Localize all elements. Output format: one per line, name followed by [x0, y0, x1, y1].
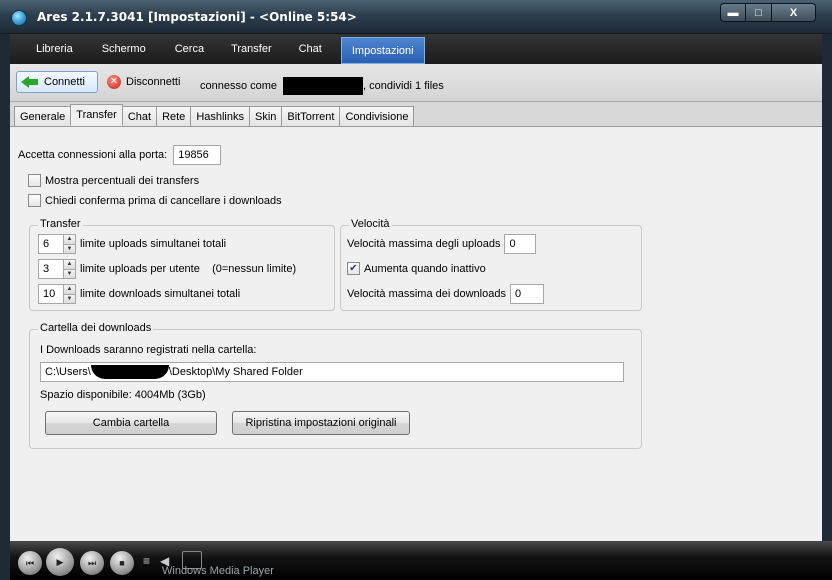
spin-down-icon[interactable]: ▼ — [64, 244, 75, 253]
max-download-label: Velocità massima dei downloads — [347, 288, 506, 300]
playlist-icon[interactable]: ≡ — [143, 554, 150, 568]
path-suffix: \Desktop\My Shared Folder — [168, 366, 303, 378]
connect-button[interactable]: Connetti — [16, 71, 98, 93]
uploads-user-row: 3 ▲ ▼ limite uploads per utente (0=nessun… — [38, 259, 296, 279]
tab-generale[interactable]: Generale — [14, 106, 72, 126]
speed-group: Velocità Velocità massima degli uploads … — [340, 218, 642, 311]
tab-skin[interactable]: Skin — [249, 106, 283, 126]
close-button[interactable]: X — [772, 3, 816, 22]
spin-up-icon[interactable]: ▲ — [64, 285, 75, 295]
uploads-user-input[interactable]: 3 — [38, 259, 63, 279]
show-percent-label: Mostra percentuali dei transfers — [45, 174, 200, 187]
media-player-label: Windows Media Player — [162, 565, 274, 577]
main-menu: Libreria Schermo Cerca Transfer Chat Imp… — [10, 34, 822, 64]
uploads-total-input[interactable]: 6 — [38, 234, 63, 254]
connection-bar: Connetti ✕ Disconnetti connesso come , c… — [10, 64, 822, 102]
port-row: Accetta connessioni alla porta: 19856 — [18, 145, 222, 165]
menu-impostazioni[interactable]: Impostazioni — [340, 37, 425, 64]
menu-schermo[interactable]: Schermo — [86, 34, 159, 64]
uploads-user-label: limite uploads per utente (0=nessun limi… — [80, 263, 297, 275]
spin-down-icon[interactable]: ▼ — [64, 269, 75, 278]
transfer-group: Transfer 6 ▲ ▼ limite uploads simultanei … — [29, 218, 335, 311]
tab-condivisione[interactable]: Condivisione — [339, 106, 415, 126]
disconnect-x-icon: ✕ — [107, 75, 121, 89]
download-folder-group: Cartella dei downloads I Downloads saran… — [29, 322, 642, 449]
spin-up-icon[interactable]: ▲ — [64, 235, 75, 245]
show-percent-checkbox[interactable] — [28, 174, 41, 187]
play-icon[interactable]: ▶ — [46, 548, 74, 576]
disconnect-label: Disconnetti — [126, 76, 181, 88]
previous-icon[interactable]: ⏮ — [18, 551, 42, 575]
path-prefix: C:\Users\ — [45, 366, 91, 378]
port-input[interactable]: 19856 — [173, 145, 222, 165]
window-controls: ▬ □ X — [720, 3, 816, 22]
downloads-total-input[interactable]: 10 — [38, 284, 63, 304]
port-label: Accetta connessioni alla porta: — [18, 149, 168, 161]
free-space-text: Spazio disponibile: 4004Mb (3Gb) — [40, 389, 206, 401]
spin-down-icon[interactable]: ▼ — [64, 294, 75, 303]
spin-up-icon[interactable]: ▲ — [64, 260, 75, 270]
connected-as-label: connesso come — [200, 80, 278, 92]
max-upload-row: Velocità massima degli uploads 0 — [347, 234, 537, 254]
uploads-total-row: 6 ▲ ▼ limite uploads simultanei totali — [38, 234, 226, 254]
max-upload-label: Velocità massima degli uploads — [347, 238, 501, 250]
max-download-row: Velocità massima dei downloads 0 — [347, 284, 544, 304]
stop-icon[interactable]: ■ — [110, 551, 134, 575]
increase-idle-label: Aumenta quando inattivo — [364, 262, 486, 275]
max-upload-input[interactable]: 0 — [504, 234, 537, 254]
tab-rete[interactable]: Rete — [156, 106, 192, 126]
speed-group-legend: Velocità — [349, 218, 392, 230]
redacted-path-segment — [90, 365, 169, 379]
transfer-settings-panel: Accetta connessioni alla porta: 19856 Mo… — [10, 127, 822, 541]
reset-settings-button[interactable]: Ripristina impostazioni originali — [232, 411, 410, 435]
max-download-input[interactable]: 0 — [509, 284, 544, 304]
downloads-total-spinner[interactable]: ▲ ▼ — [63, 284, 76, 304]
confirm-cancel-row: Chiedi conferma prima di cancellare i do… — [28, 194, 282, 207]
download-path-input[interactable]: C:\Users\ \Desktop\My Shared Folder — [40, 362, 624, 382]
downloads-total-label: limite downloads simultanei totali — [80, 288, 241, 300]
increase-idle-checkbox[interactable]: ✔ — [347, 262, 360, 275]
uploads-total-label: limite uploads simultanei totali — [80, 238, 227, 250]
settings-tab-bar: Generale Transfer Chat Rete Hashlinks Sk… — [10, 102, 822, 127]
change-folder-button[interactable]: Cambia cartella — [45, 411, 217, 435]
tab-transfer[interactable]: Transfer — [70, 104, 123, 126]
next-icon[interactable]: ⏭ — [80, 551, 104, 575]
tab-bittorrent[interactable]: BitTorrent — [281, 106, 341, 126]
connect-label: Connetti — [44, 76, 85, 88]
maximize-button[interactable]: □ — [746, 3, 772, 22]
tab-chat[interactable]: Chat — [121, 106, 158, 126]
show-percent-row: Mostra percentuali dei transfers — [28, 174, 199, 187]
share-count: , condividi 1 files — [363, 80, 444, 92]
tab-hashlinks[interactable]: Hashlinks — [190, 106, 250, 126]
menu-chat[interactable]: Chat — [285, 34, 335, 64]
uploads-total-spinner[interactable]: ▲ ▼ — [63, 234, 76, 254]
menu-transfer[interactable]: Transfer — [217, 34, 285, 64]
arrow-left-icon — [21, 75, 39, 89]
minimize-button[interactable]: ▬ — [720, 3, 746, 22]
media-player-bar: ⏮ ▶ ⏭ ■ ≡ ◀ Windows Media Player — [10, 541, 832, 580]
confirm-cancel-checkbox[interactable] — [28, 194, 41, 207]
increase-idle-row: ✔ Aumenta quando inattivo — [347, 262, 486, 275]
download-folder-legend: Cartella dei downloads — [38, 322, 154, 334]
redacted-username — [283, 77, 364, 95]
title-bar[interactable]: Ares 2.1.7.3041 [Impostazioni] - <Online… — [0, 0, 832, 34]
transfer-group-legend: Transfer — [38, 218, 83, 230]
download-folder-description: I Downloads saranno registrati nella car… — [40, 344, 257, 356]
connection-status: connesso come , condividi 1 files — [200, 77, 444, 95]
menu-libreria[interactable]: Libreria — [10, 34, 86, 64]
confirm-cancel-label: Chiedi conferma prima di cancellare i do… — [45, 194, 282, 207]
downloads-total-row: 10 ▲ ▼ limite downloads simultanei totali — [38, 284, 240, 304]
menu-cerca[interactable]: Cerca — [159, 34, 217, 64]
disconnect-button[interactable]: ✕ Disconnetti — [107, 71, 180, 93]
uploads-user-spinner[interactable]: ▲ ▼ — [63, 259, 76, 279]
ares-app-icon — [11, 10, 27, 26]
window-title: Ares 2.1.7.3041 [Impostazioni] - <Online… — [37, 10, 357, 24]
